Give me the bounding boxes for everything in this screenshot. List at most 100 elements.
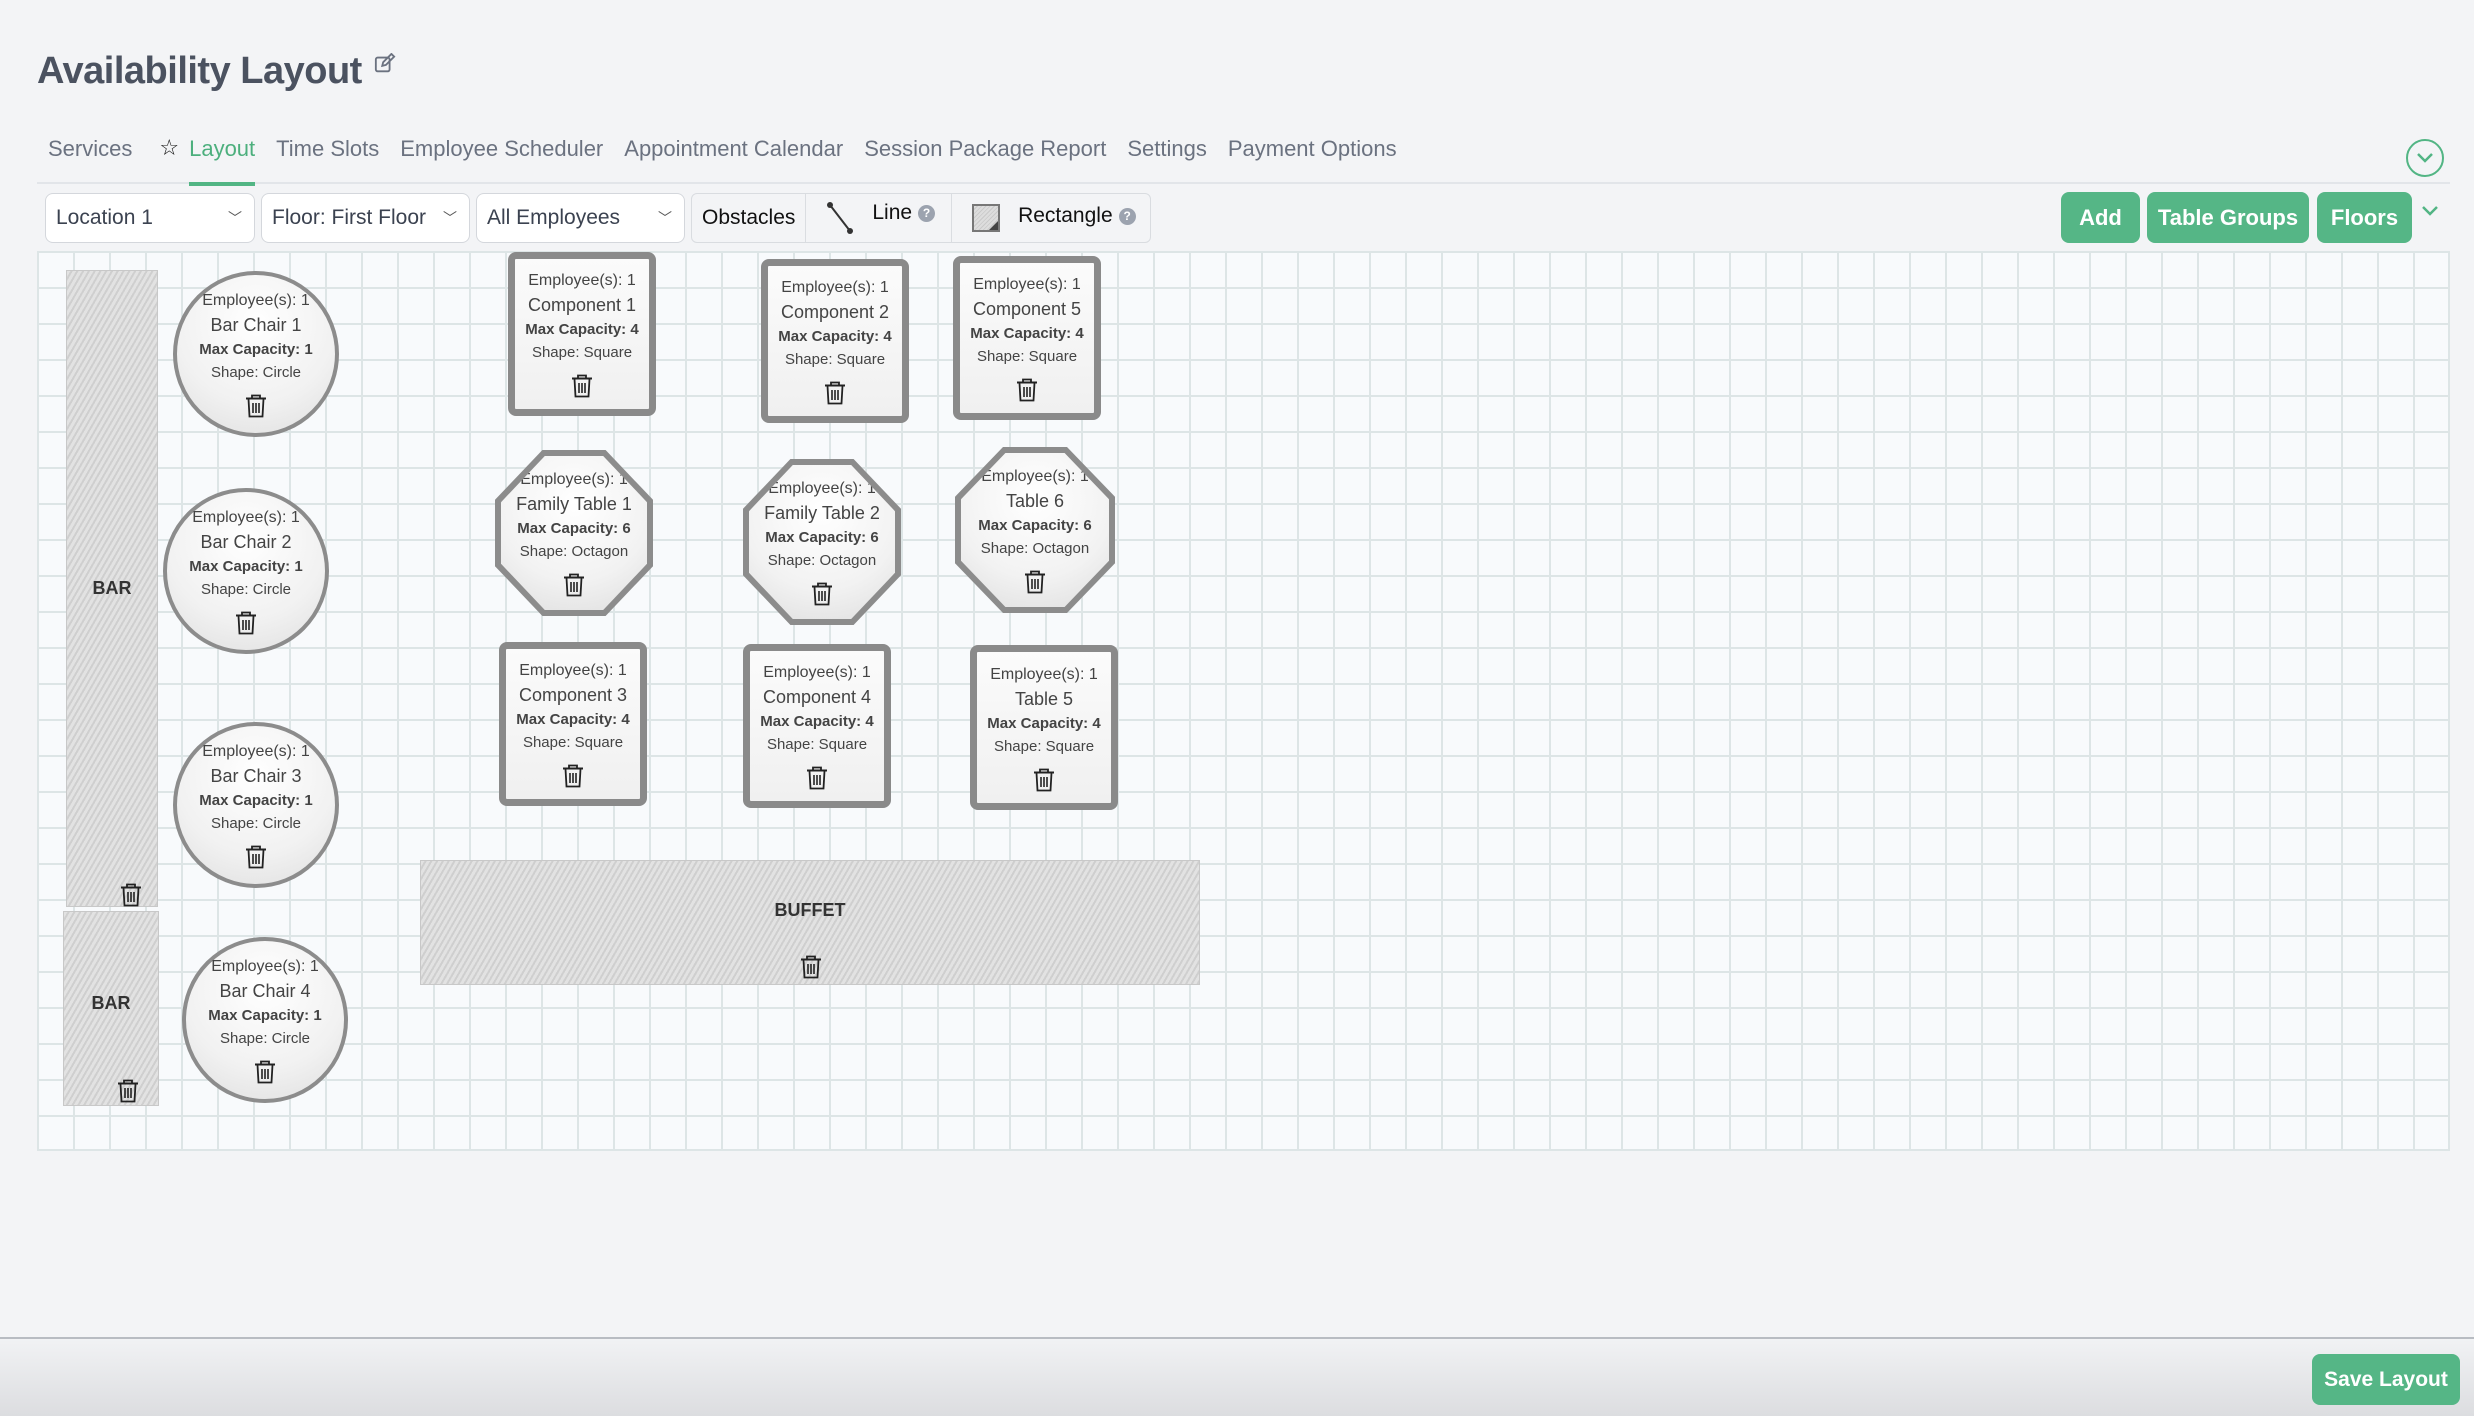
table-component-4[interactable]: Employee(s): 1 Component 4 Max Capacity:… (743, 644, 891, 808)
chevron-down-icon (2417, 153, 2433, 163)
trash-icon[interactable] (1016, 378, 1038, 402)
trash-icon[interactable] (117, 1079, 139, 1103)
employee-select[interactable]: All Employees ﹀ (476, 193, 685, 243)
tab-session-package-report[interactable]: Session Package Report (864, 122, 1106, 184)
table-employees: Employee(s): 1 (768, 480, 876, 497)
layout-canvas[interactable]: BAR BAR BUFFET Employee(s): 1 Bar Chair … (37, 251, 2450, 1151)
table-employees: Employee(s): 1 (763, 664, 871, 681)
floor-select[interactable]: Floor: First Floor ﹀ (261, 193, 470, 243)
chevron-down-icon: ﹀ (443, 210, 457, 226)
table-family-table-2[interactable]: Employee(s): 1 Family Table 2 Max Capaci… (743, 459, 901, 625)
table-employees: Employee(s): 1 (202, 292, 310, 309)
table-capacity: Max Capacity: 4 (760, 713, 874, 730)
trash-icon[interactable] (562, 764, 584, 788)
trash-icon[interactable] (254, 1060, 276, 1084)
save-layout-button[interactable]: Save Layout (2312, 1354, 2460, 1405)
trash-icon[interactable] (563, 573, 585, 597)
trash-icon[interactable] (245, 394, 267, 418)
help-icon[interactable]: ? (1118, 207, 1136, 225)
table-bar-chair-4[interactable]: Employee(s): 1 Bar Chair 4 Max Capacity:… (182, 937, 348, 1103)
table-table-6[interactable]: Employee(s): 1 Table 6 Max Capacity: 6 S… (955, 447, 1115, 613)
table-body: Employee(s): 1 Table 6 Max Capacity: 6 S… (961, 453, 1109, 607)
star-icon[interactable]: ☆ (159, 122, 179, 161)
trash-icon[interactable] (120, 883, 142, 907)
table-capacity: Max Capacity: 4 (987, 714, 1101, 732)
table-capacity: Max Capacity: 1 (208, 1007, 322, 1024)
table-bar-chair-1[interactable]: Employee(s): 1 Bar Chair 1 Max Capacity:… (173, 271, 339, 437)
table-shape: Shape: Circle (210, 815, 302, 832)
table-component-1[interactable]: Employee(s): 1 Component 1 Max Capacity:… (508, 252, 656, 416)
trash-icon[interactable] (824, 381, 846, 405)
table-body: Employee(s): 1 Family Table 2 Max Capaci… (749, 465, 895, 619)
trash-icon[interactable] (800, 955, 822, 979)
table-table-5[interactable]: Employee(s): 1 Table 5 Max Capacity: 4 S… (970, 645, 1118, 810)
table-shape: Shape: Square (766, 736, 868, 753)
table-employees: Employee(s): 1 (202, 743, 310, 760)
trash-icon[interactable] (245, 845, 267, 869)
table-employees: Employee(s): 1 (528, 272, 636, 289)
rectangle-tool[interactable]: Rectangle ? (952, 194, 1150, 242)
tab-settings[interactable]: Settings (1127, 122, 1207, 184)
page-title: Availability Layout (37, 50, 396, 93)
table-component-5[interactable]: Employee(s): 1 Component 5 Max Capacity:… (953, 256, 1101, 420)
table-name: Bar Chair 2 (200, 532, 292, 552)
tab-time-slots[interactable]: Time Slots (276, 122, 379, 184)
table-shape: Shape: Circle (200, 581, 292, 598)
table-component-2[interactable]: Employee(s): 1 Component 2 Max Capacity:… (761, 259, 909, 423)
location-select[interactable]: Location 1 ﹀ (45, 193, 255, 243)
table-employees: Employee(s): 1 (192, 509, 300, 526)
table-capacity: Max Capacity: 4 (970, 325, 1084, 342)
floors-button[interactable]: Floors (2317, 192, 2412, 243)
table-family-table-1[interactable]: Employee(s): 1 Family Table 1 Max Capaci… (495, 450, 653, 616)
chevron-down-icon: ﹀ (228, 210, 242, 226)
page-title-text: Availability Layout (37, 50, 362, 92)
line-tool-icon (827, 202, 854, 234)
table-capacity: Max Capacity: 4 (516, 711, 630, 728)
table-shape: Shape: Square (976, 348, 1078, 365)
location-select-value: Location 1 (56, 206, 153, 229)
edit-icon[interactable] (374, 52, 396, 75)
collapse-header-button[interactable] (2406, 139, 2444, 177)
table-bar-chair-3[interactable]: Employee(s): 1 Bar Chair 3 Max Capacity:… (173, 722, 339, 888)
line-tool[interactable]: Line ? (806, 194, 953, 242)
add-button[interactable]: Add (2061, 192, 2140, 243)
tab-layout[interactable]: Layout (189, 122, 256, 186)
table-capacity: Max Capacity: 6 (765, 529, 879, 546)
trash-icon[interactable] (811, 582, 833, 606)
tab-employee-scheduler[interactable]: Employee Scheduler (400, 122, 603, 184)
trash-icon[interactable] (1033, 768, 1055, 792)
table-employees: Employee(s): 1 (981, 468, 1089, 485)
table-shape: Shape: Circle (219, 1030, 311, 1047)
table-capacity: Max Capacity: 1 (199, 341, 313, 358)
table-capacity: Max Capacity: 6 (978, 517, 1092, 534)
table-bar-chair-2[interactable]: Employee(s): 1 Bar Chair 2 Max Capacity:… (163, 488, 329, 654)
tab-services[interactable]: Services (48, 122, 132, 184)
trash-icon[interactable] (571, 374, 593, 398)
table-name: Family Table 1 (516, 494, 632, 514)
help-icon[interactable]: ? (918, 204, 936, 222)
obstacle-bar[interactable]: BAR (63, 911, 159, 1106)
chevron-down-icon[interactable] (2420, 204, 2440, 218)
table-name: Table 5 (1014, 688, 1074, 709)
obstacle-buffet[interactable]: BUFFET (420, 860, 1200, 985)
tab-payment-options[interactable]: Payment Options (1228, 122, 1397, 184)
table-name: Component 4 (762, 687, 872, 707)
table-shape: Shape: Square (522, 734, 624, 751)
table-employees: Employee(s): 1 (973, 276, 1081, 293)
obstacle-bar[interactable]: BAR (66, 270, 158, 907)
table-groups-button[interactable]: Table Groups (2147, 192, 2309, 243)
tab-appointment-calendar[interactable]: Appointment Calendar (624, 122, 843, 184)
trash-icon[interactable] (1024, 570, 1046, 594)
table-employees: Employee(s): 1 (520, 471, 628, 488)
rectangle-tool-icon (972, 204, 1001, 232)
table-component-3[interactable]: Employee(s): 1 Component 3 Max Capacity:… (499, 642, 647, 806)
floor-select-value: Floor: First Floor (272, 206, 427, 229)
employee-select-value: All Employees (487, 206, 621, 229)
table-name: Bar Chair 1 (210, 315, 302, 335)
trash-icon[interactable] (235, 611, 257, 635)
table-shape: Shape: Square (531, 344, 633, 361)
table-capacity: Max Capacity: 4 (525, 321, 639, 338)
table-shape: Shape: Circle (210, 364, 302, 381)
table-shape: Shape: Octagon (767, 552, 877, 569)
trash-icon[interactable] (806, 766, 828, 790)
